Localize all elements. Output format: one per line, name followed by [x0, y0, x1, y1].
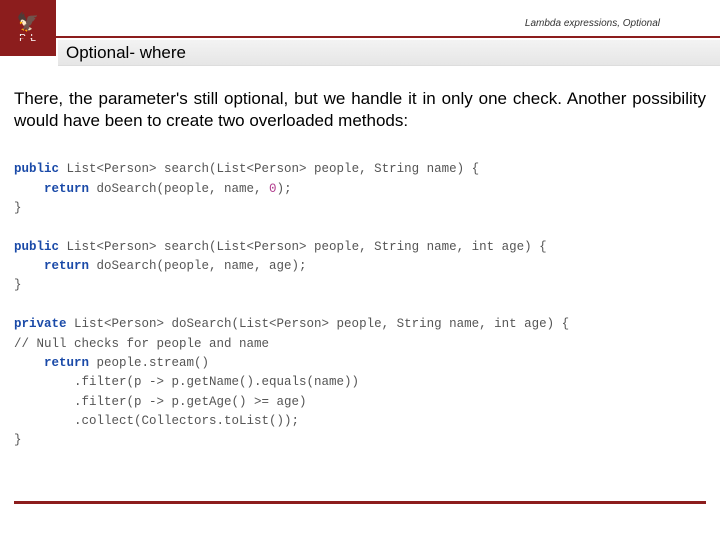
header: 🦅 P Ł Lambda expressions, Optional: [0, 0, 720, 38]
logo-letters: P Ł: [19, 33, 37, 44]
eagle-icon: 🦅: [17, 13, 39, 31]
breadcrumb: Lambda expressions, Optional: [525, 18, 660, 29]
top-rule: [0, 36, 720, 38]
page-title: Optional- where: [58, 40, 720, 66]
logo: 🦅 P Ł: [0, 0, 56, 56]
body-paragraph: There, the parameter's still optional, b…: [14, 88, 706, 132]
code-block: public List<Person> search(List<Person> …: [14, 160, 706, 451]
content: There, the parameter's still optional, b…: [0, 66, 720, 451]
bottom-rule: [14, 501, 706, 504]
